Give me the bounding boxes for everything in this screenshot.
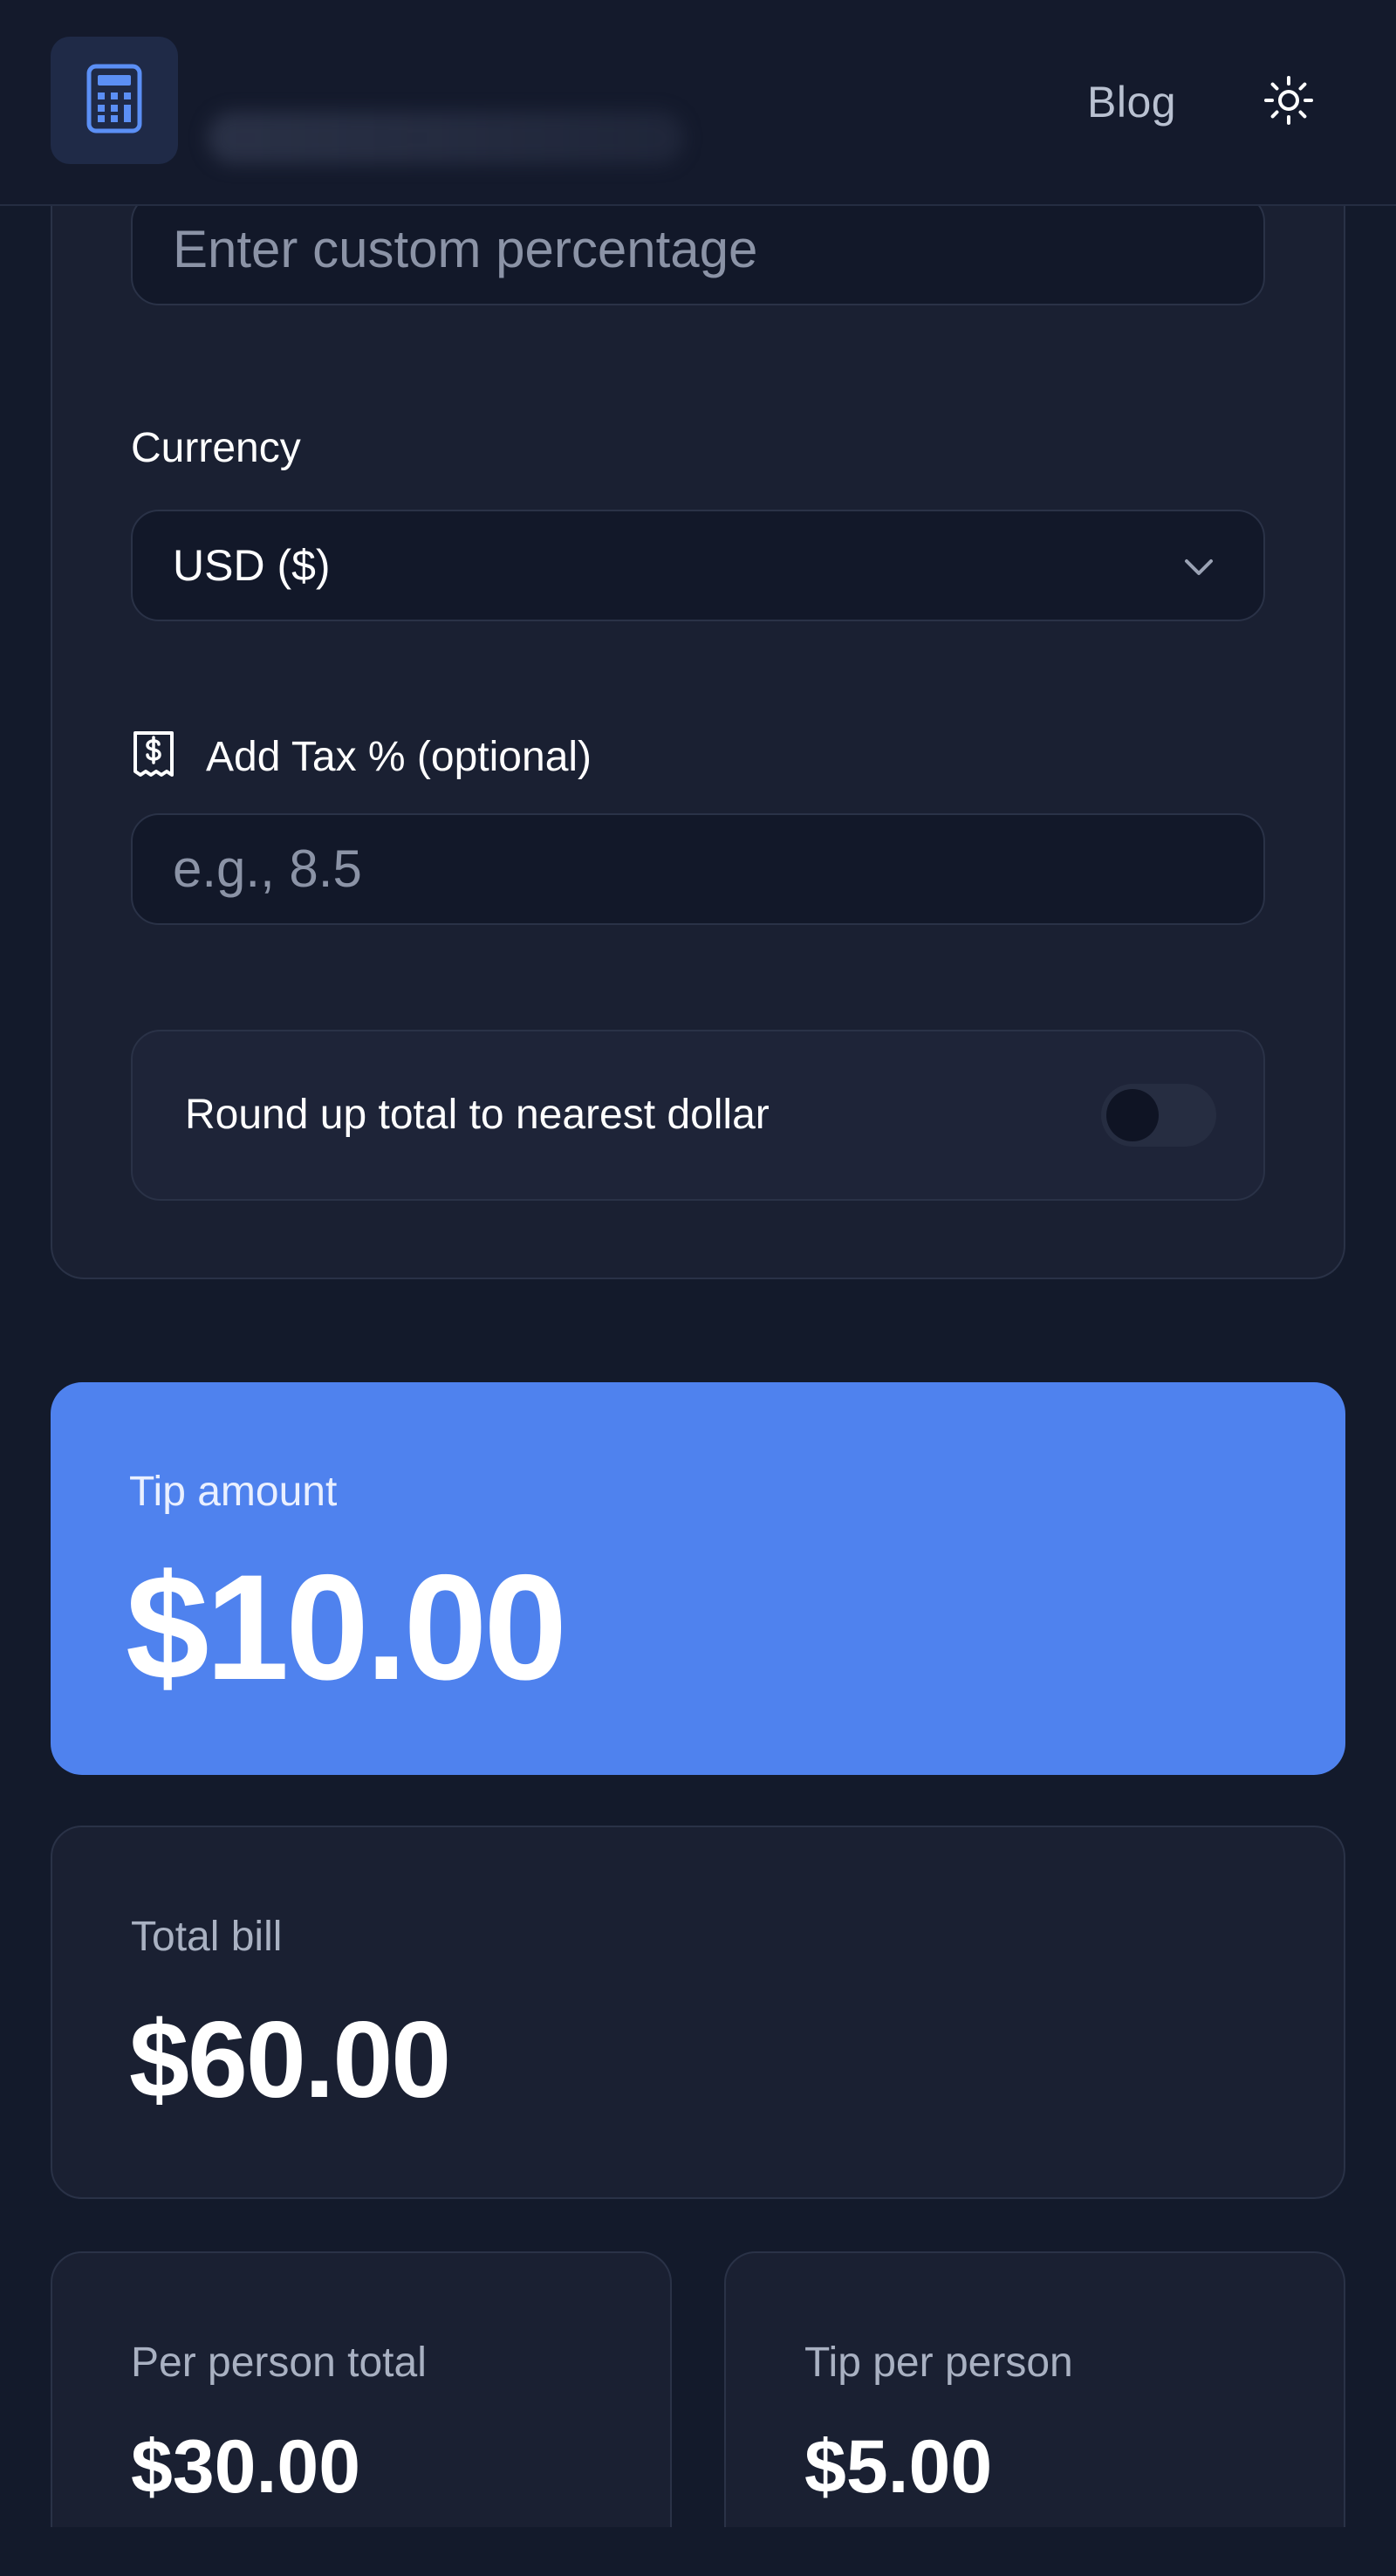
bottom-edge — [0, 2527, 1396, 2576]
custom-percentage-input[interactable] — [173, 195, 1202, 304]
theme-toggle-button[interactable] — [1256, 68, 1321, 136]
total-bill-card: Total bill $60.00 — [51, 1826, 1345, 2199]
sun-icon — [1263, 74, 1315, 131]
app-header: Blog — [0, 0, 1396, 206]
blurred-brand-name — [208, 112, 684, 164]
currency-select[interactable]: USD ($) — [131, 510, 1265, 621]
currency-label: Currency — [131, 425, 301, 471]
per-person-total-label: Per person total — [131, 2340, 427, 2386]
per-person-total-value: $30.00 — [131, 2425, 361, 2509]
total-bill-value: $60.00 — [129, 2000, 451, 2120]
currency-selected-value: USD ($) — [173, 541, 331, 590]
tip-amount-card: Tip amount $10.00 — [51, 1382, 1345, 1775]
tip-amount-value: $10.00 — [126, 1544, 567, 1711]
tax-field[interactable] — [131, 813, 1265, 925]
page: Currency USD ($) Add Tax % (optional) Ro… — [0, 0, 1396, 2576]
toggle-knob — [1106, 1089, 1159, 1141]
logo[interactable] — [51, 37, 178, 164]
tax-label: Add Tax % (optional) — [206, 734, 592, 780]
tip-per-person-value: $5.00 — [804, 2425, 993, 2509]
tax-input[interactable] — [173, 815, 1202, 923]
custom-percentage-field[interactable] — [131, 194, 1265, 305]
tip-amount-label: Tip amount — [129, 1469, 338, 1515]
round-up-label: Round up total to nearest dollar — [185, 1092, 770, 1138]
round-up-row: Round up total to nearest dollar — [131, 1030, 1265, 1201]
tip-per-person-label: Tip per person — [804, 2340, 1073, 2386]
blog-link[interactable]: Blog — [1087, 77, 1176, 127]
receipt-icon — [131, 730, 176, 784]
chevron-down-icon — [1180, 548, 1218, 591]
round-up-toggle[interactable] — [1101, 1084, 1216, 1147]
total-bill-label: Total bill — [131, 1914, 283, 1960]
calculator-icon — [84, 63, 145, 139]
